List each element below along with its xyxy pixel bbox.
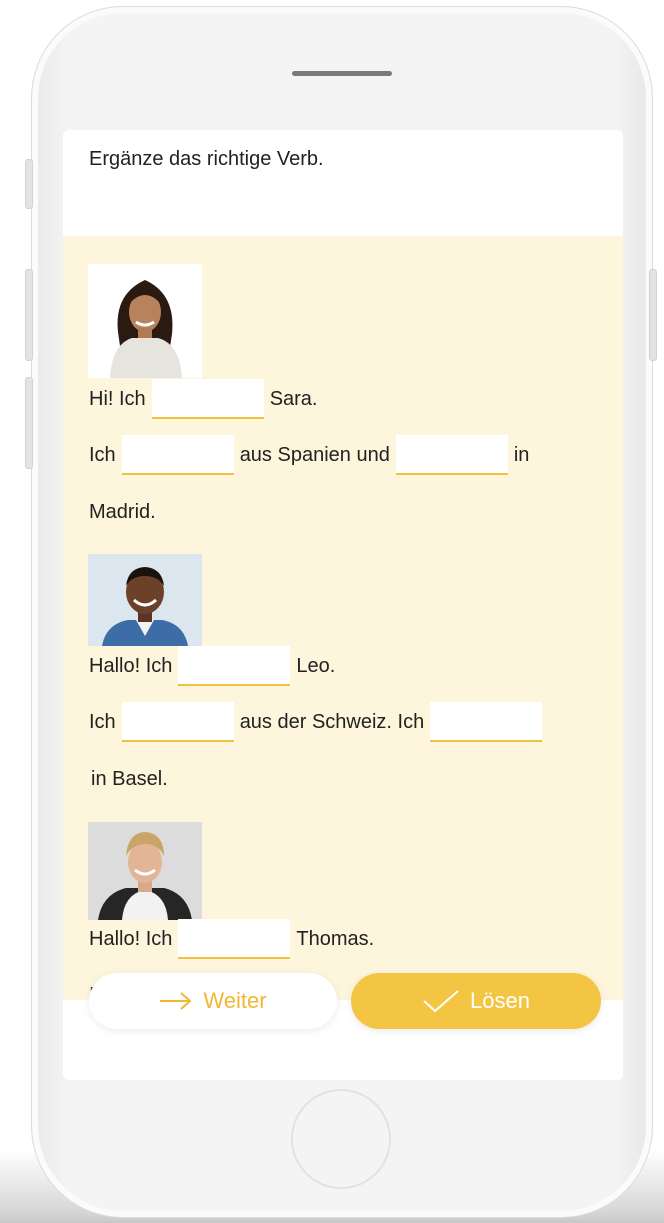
- instruction-text: Ergänze das richtige Verb.: [89, 148, 324, 170]
- sara-line-3: Madrid.: [89, 492, 156, 532]
- volume-up-button: [25, 269, 33, 361]
- volume-down-button: [25, 377, 33, 469]
- leo-line-2: Ich aus der Schweiz. Ich: [89, 702, 548, 742]
- solve-button-label: Lösen: [470, 988, 530, 1013]
- sara-line-3-text: Madrid.: [89, 500, 156, 523]
- sara-gap-2[interactable]: [121, 435, 234, 475]
- sara-line-2-middle: aus Spanien und: [239, 443, 390, 466]
- next-button[interactable]: Weiter: [89, 973, 337, 1029]
- blond-boy-portrait-icon: [88, 822, 202, 920]
- thomas-line-1-before: Hallo! Ich: [89, 927, 173, 950]
- sara-photo: [88, 264, 202, 378]
- sara-gap-3[interactable]: [395, 435, 508, 475]
- sara-line-2: Ich aus Spanien und in: [89, 435, 529, 475]
- leo-gap-1[interactable]: [178, 646, 291, 686]
- leo-line-3: in Basel.: [91, 759, 168, 799]
- leo-line-1-before: Hallo! Ich: [89, 654, 173, 677]
- leo-line-3-text: in Basel.: [91, 767, 168, 790]
- mute-switch: [25, 159, 33, 209]
- checkmark-icon: [423, 990, 459, 1013]
- thomas-gap-1[interactable]: [178, 919, 291, 959]
- app-screen: Ergänze das richtige Verb. Hi! Ich Sara.…: [63, 130, 623, 1080]
- home-button[interactable]: [291, 1089, 391, 1189]
- next-button-label: Weiter: [203, 988, 267, 1013]
- solve-button[interactable]: Lösen: [351, 973, 601, 1029]
- sara-line-1-before: Hi! Ich: [89, 387, 146, 410]
- thomas-line-1: Hallo! Ich Thomas.: [89, 919, 374, 959]
- sara-line-1-after: Sara.: [269, 387, 318, 410]
- sara-line-2-after: in: [513, 443, 530, 466]
- boy-portrait-icon: [88, 554, 202, 646]
- exercise-area[interactable]: Hi! Ich Sara. Ich aus Spanien und in Mad…: [63, 236, 623, 1000]
- leo-photo: [88, 554, 202, 646]
- leo-line-1: Hallo! Ich Leo.: [89, 646, 335, 686]
- leo-gap-2[interactable]: [121, 702, 234, 742]
- thomas-photo: [88, 822, 202, 920]
- leo-line-2-before: Ich: [89, 710, 116, 733]
- sara-line-2-before: Ich: [89, 443, 116, 466]
- speaker-grille: [292, 71, 392, 76]
- leo-line-2-middle: aus der Schweiz. Ich: [239, 710, 425, 733]
- sara-line-1: Hi! Ich Sara.: [89, 379, 318, 419]
- arrow-right-icon: [160, 992, 192, 1010]
- sara-gap-1[interactable]: [151, 379, 264, 419]
- girl-portrait-icon: [88, 264, 202, 378]
- leo-gap-3[interactable]: [430, 702, 543, 742]
- power-button: [649, 269, 657, 361]
- thomas-line-1-after: Thomas.: [296, 927, 375, 950]
- leo-line-1-after: Leo.: [296, 654, 336, 677]
